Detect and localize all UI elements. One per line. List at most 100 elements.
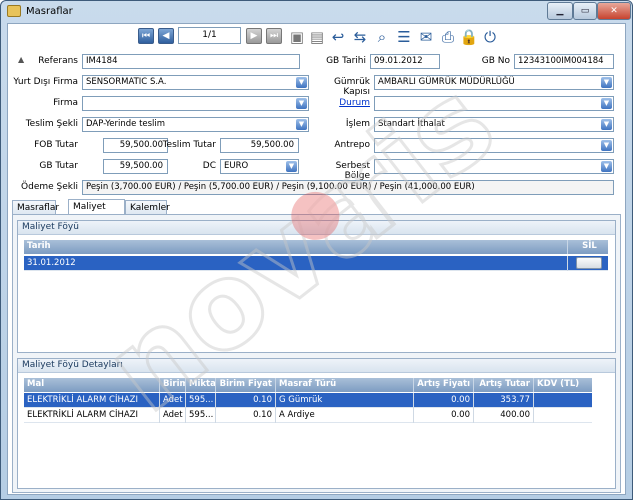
gb-tutar-label: GB Tutar [39, 161, 78, 171]
gb-tarihi-label: GB Tarihi [326, 56, 366, 66]
column-header-artis-tutar[interactable]: Artış Tutar [474, 378, 534, 392]
gumruk-kapisi-label: Gümrük Kapısı [333, 77, 370, 97]
column-header-masraf-turu[interactable]: Masraf Türü [276, 378, 414, 392]
maliyet-foyu-grid-header: Tarih SİL [24, 240, 608, 254]
tab-strip: Masraflar Maliyet Föyü Kalemler [12, 199, 622, 226]
gb-tarihi-field[interactable]: 09.01.2012 [370, 54, 440, 69]
cell-birim-fiyat: 0.10 [216, 393, 276, 408]
teslim-sekli-select[interactable]: DAP-Yerinde teslim ▼ [82, 117, 309, 132]
tab-kalemler[interactable]: Kalemler [125, 200, 170, 215]
islem-select[interactable]: Standart İthalat ▼ [374, 117, 614, 132]
column-header-kdv[interactable]: KDV (TL) [534, 378, 592, 392]
last-record-icon[interactable]: ⏭ [266, 28, 282, 44]
dc-label: DC [202, 161, 216, 171]
column-header-birim-fiyat[interactable]: Birim Fiyat [216, 378, 276, 392]
cell-artis-fiyati: 0.00 [414, 408, 474, 423]
minimize-button[interactable]: ▁ [547, 2, 573, 20]
cell-kdv [534, 408, 592, 423]
chevron-down-icon[interactable]: ▼ [601, 119, 612, 130]
toolbar: ⏮ ◀ 1/1 ▶ ⏭ ▣ ▤ ↩ ⇆ ⌕ ☰ ✉ ⎙ 🔒 ⏻ [8, 24, 625, 50]
cell-kdv [534, 393, 592, 408]
cell-miktar: 595... [186, 408, 216, 423]
column-header-sil[interactable]: SİL [568, 240, 608, 254]
table-row[interactable]: ELEKTRİKLİ ALARM CİHAZI Adet 595... 0.10… [24, 393, 592, 408]
gb-no-field[interactable]: 12343100IM004184 [514, 54, 614, 69]
table-row[interactable]: 31.01.2012 [24, 256, 608, 271]
teslim-sekli-label: Teslim Şekli [25, 119, 78, 129]
cell-artis-tutar: 353.77 [474, 393, 534, 408]
teslim-tutar-field[interactable]: 59,500.00 [220, 138, 299, 153]
odeme-sekli-label: Ödeme Şekli [21, 182, 78, 192]
save-as-icon[interactable]: ▤ [307, 27, 327, 47]
cell-birim: Adet [160, 393, 186, 408]
cell-birim: Adet [160, 408, 186, 423]
chevron-down-icon[interactable]: ▼ [601, 161, 612, 172]
save-icon[interactable]: ▣ [287, 27, 307, 47]
gumruk-kapisi-value: AMBARLI GÜMRÜK MÜDÜRLÜĞÜ [378, 77, 515, 87]
app-window: Masraflar ▁ ▭ ✕ ⏮ ◀ 1/1 ▶ ⏭ ▣ ▤ ↩ ⇆ ⌕ ☰ … [0, 0, 633, 500]
window-title: Masraflar [26, 6, 73, 17]
undo-icon[interactable]: ↩ [328, 27, 348, 47]
column-header-artis-fiyati[interactable]: Artış Fiyatı [414, 378, 474, 392]
power-icon[interactable]: ⏻ [480, 27, 500, 47]
cell-artis-tutar: 400.00 [474, 408, 534, 423]
gumruk-kapisi-select[interactable]: AMBARLI GÜMRÜK MÜDÜRLÜĞÜ ▼ [374, 75, 614, 90]
cell-artis-fiyati: 0.00 [414, 393, 474, 408]
chevron-down-icon[interactable]: ▼ [601, 77, 612, 88]
chevron-down-icon[interactable]: ▼ [601, 140, 612, 151]
teslim-sekli-value: DAP-Yerinde teslim [86, 119, 166, 129]
column-header-mal[interactable]: Mal [24, 378, 160, 392]
teslim-tutar-label: Teslim Tutar [162, 140, 216, 150]
dc-select[interactable]: EURO ▼ [220, 159, 299, 174]
odeme-sekli-field: Peşin (3,700.00 EUR) / Peşin (5,700.00 E… [82, 180, 614, 195]
cell-birim-fiyat: 0.10 [216, 408, 276, 423]
dc-value: EURO [224, 161, 249, 171]
gb-no-label: GB No [481, 56, 510, 66]
message-icon[interactable]: ✉ [416, 27, 436, 47]
delete-row-button[interactable] [576, 257, 602, 269]
referans-field[interactable]: IM4184 [82, 54, 300, 69]
chevron-down-icon[interactable]: ▼ [296, 98, 307, 109]
cell-miktar: 595... [186, 393, 216, 408]
chevron-down-icon[interactable]: ▼ [601, 98, 612, 109]
firma-select[interactable]: ▼ [82, 96, 309, 111]
title-bar[interactable]: Masraflar ▁ ▭ ✕ [1, 1, 632, 23]
antrepo-select[interactable]: ▼ [374, 138, 614, 153]
chevron-down-icon[interactable]: ▼ [296, 77, 307, 88]
antrepo-label: Antrepo [334, 140, 370, 150]
first-record-icon[interactable]: ⏮ [138, 28, 154, 44]
next-record-icon[interactable]: ▶ [246, 28, 262, 44]
yurt-disi-firma-select[interactable]: SENSORMATIC S.A. ▼ [82, 75, 309, 90]
fob-tutar-label: FOB Tutar [34, 140, 78, 150]
referans-label: Referans [38, 56, 78, 66]
previous-record-icon[interactable]: ◀ [158, 28, 174, 44]
table-row[interactable]: ELEKTRİKLİ ALARM CİHAZI Adet 595... 0.10… [24, 408, 592, 423]
tab-masraflar[interactable]: Masraflar [12, 200, 59, 215]
durum-select[interactable]: ▼ [374, 96, 614, 111]
firma-label: Firma [53, 98, 78, 108]
maliyet-foyu-detaylari-group: Maliyet Föyü Detayları Mal Birim Miktar … [17, 358, 616, 489]
lock-icon[interactable]: 🔒 [459, 27, 479, 47]
column-header-birim[interactable]: Birim [160, 378, 186, 392]
column-header-miktar[interactable]: Miktar [186, 378, 216, 392]
gb-tutar-field[interactable]: 59,500.00 [103, 159, 168, 174]
islem-value: Standart İthalat [378, 119, 445, 129]
print-icon[interactable]: ⎙ [438, 27, 458, 47]
serbest-bolge-select[interactable]: ▼ [374, 159, 614, 174]
refresh-icon[interactable]: ⇆ [350, 27, 370, 47]
durum-link[interactable]: Durum [308, 98, 370, 108]
detaylar-group-title: Maliyet Föyü Detayları [18, 359, 615, 373]
column-header-tarih[interactable]: Tarih [24, 240, 568, 254]
maximize-button[interactable]: ▭ [573, 2, 597, 20]
close-button[interactable]: ✕ [597, 2, 631, 20]
yurt-disi-firma-value: SENSORMATIC S.A. [86, 77, 167, 87]
chevron-down-icon[interactable]: ▼ [296, 119, 307, 130]
search-icon[interactable]: ⌕ [372, 27, 392, 47]
detaylar-grid-header: Mal Birim Miktar Birim Fiyat Masraf Türü… [24, 378, 592, 392]
serbest-bolge-label: Serbest Bölge [335, 161, 370, 181]
cell-masraf-turu: G Gümrük [276, 393, 414, 408]
chevron-down-icon[interactable]: ▼ [286, 161, 297, 172]
folder-icon [7, 5, 21, 17]
list-icon[interactable]: ☰ [394, 27, 414, 47]
maliyet-foyu-group: Maliyet Föyü Tarih SİL 31.01.2012 [17, 220, 616, 353]
